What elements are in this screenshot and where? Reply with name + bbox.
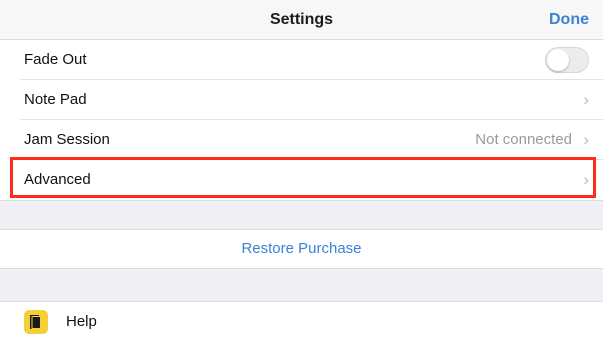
settings-row-jam-session[interactable]: Jam Session Not connected › xyxy=(0,120,603,160)
jam-session-status: Not connected xyxy=(475,131,572,148)
page-title: Settings xyxy=(269,11,334,28)
restore-purchase-button[interactable]: Restore Purchase xyxy=(0,230,603,268)
chevron-right-icon: › xyxy=(583,170,589,189)
settings-row-fade-out: Fade Out xyxy=(0,40,603,80)
advanced-label: Advanced xyxy=(24,171,91,188)
toggle-knob xyxy=(547,49,569,71)
settings-row-note-pad[interactable]: Note Pad › xyxy=(0,80,603,120)
jam-session-label: Jam Session xyxy=(24,131,110,148)
fade-out-label: Fade Out xyxy=(24,51,87,68)
note-pad-label: Note Pad xyxy=(24,91,87,108)
chevron-right-icon: › xyxy=(583,130,589,149)
group-spacer xyxy=(0,200,603,230)
divider xyxy=(0,200,603,201)
settings-row-advanced[interactable]: Advanced › xyxy=(0,160,603,200)
fade-out-toggle[interactable] xyxy=(545,47,589,73)
help-book-icon xyxy=(24,310,48,334)
chevron-right-icon: › xyxy=(583,90,589,109)
nav-bar: Settings Done xyxy=(0,0,603,40)
divider xyxy=(0,268,603,269)
done-button[interactable]: Done xyxy=(549,0,589,40)
settings-row-help[interactable]: Help xyxy=(0,302,603,338)
settings-screen: Settings Done Fade Out Note Pad › Jam Se… xyxy=(0,0,603,338)
help-label: Help xyxy=(66,313,97,330)
group-spacer xyxy=(0,268,603,302)
